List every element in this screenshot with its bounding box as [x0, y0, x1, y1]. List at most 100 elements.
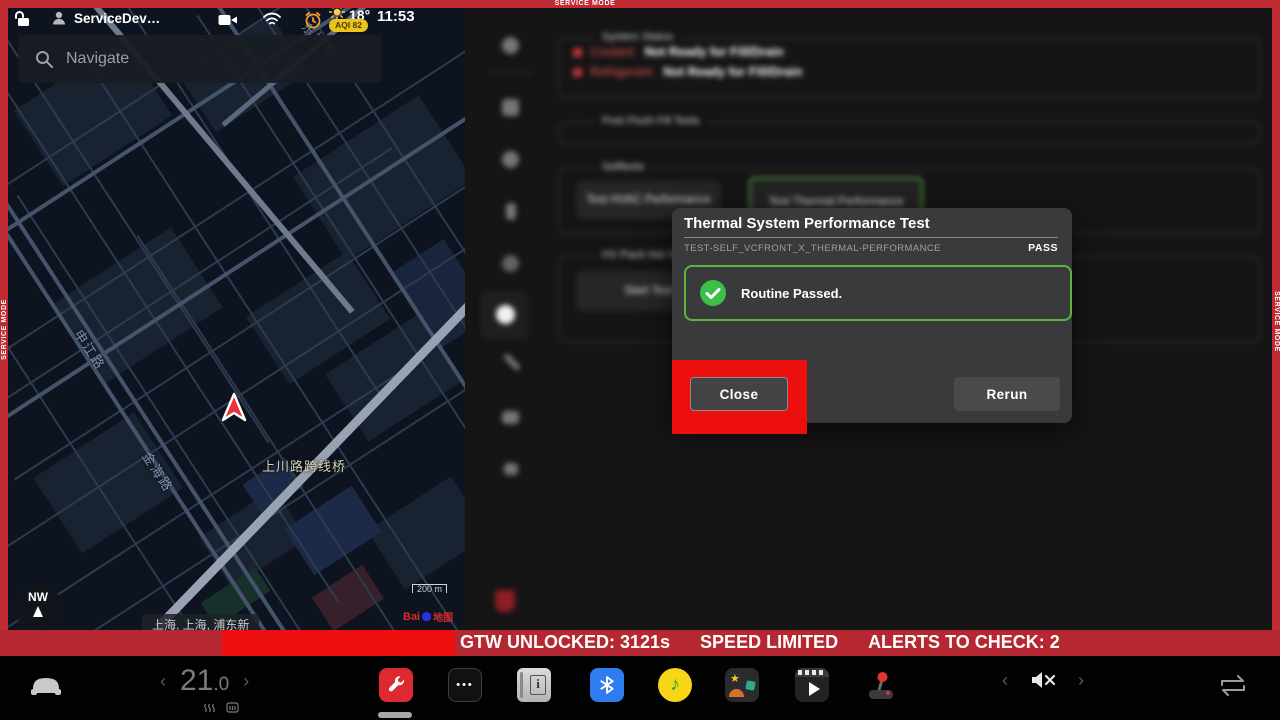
sidebar-item[interactable] [502, 411, 519, 424]
volume-control[interactable] [1002, 670, 1084, 690]
theater-app-button[interactable] [795, 668, 829, 702]
sidebar-item[interactable] [503, 353, 521, 371]
section-title: Post Flush Fill Tests [595, 115, 707, 127]
dialog-result-message: Routine Passed. [741, 286, 842, 301]
thermal-section-icon [496, 305, 515, 324]
alarm-icon [303, 10, 323, 35]
compass-heading: NW [14, 590, 62, 604]
map-canvas[interactable]: 东靖路 申江路 金海路 上川路跨线桥 [8, 8, 465, 630]
status-row-coolant: Coolant: Not Ready for Fill/Drain [573, 45, 1259, 59]
dialog-divider [684, 237, 1058, 238]
sidebar-item-active[interactable] [481, 291, 529, 339]
volume-down-chevron[interactable] [1002, 671, 1008, 689]
dialog-result-box: Routine Passed. [684, 265, 1072, 321]
map-water [284, 486, 381, 576]
profile-icon [50, 9, 68, 27]
wifi-icon [262, 11, 282, 32]
cabin-temp-value[interactable]: 21.0 [180, 664, 229, 698]
car-controls-button[interactable] [27, 673, 65, 704]
baidu-logo: Bai 地图 [403, 609, 453, 624]
sidebar-item[interactable] [506, 203, 516, 220]
section-title: Selftests [595, 161, 651, 173]
tesla-logo-red [495, 590, 515, 612]
baidu-logo-text-right: 地图 [433, 609, 453, 624]
status-row-refrigerant: Refrigerant: Not Ready for Fill/Drain [573, 65, 1259, 79]
dialog-title: Thermal System Performance Test [684, 215, 930, 232]
clapperboard-icon [795, 668, 829, 677]
sidebar-divider [488, 72, 532, 73]
sidebar-item[interactable] [502, 255, 519, 272]
baidu-paw-icon [422, 612, 431, 621]
profile-chip[interactable]: ServiceDev… [50, 9, 160, 27]
navigate-search-input[interactable]: Navigate [18, 35, 382, 83]
tesla-touchscreen: 东靖路 申江路 金海路 上川路跨线桥 Navigate ServiceDev… … [0, 0, 1280, 720]
temp-decrease-chevron[interactable] [160, 672, 166, 690]
status-error-icon [573, 48, 582, 57]
compass-needle-icon [33, 606, 43, 617]
section-title: System Status [595, 31, 680, 43]
speed-limited-status: SPEED LIMITED [700, 632, 838, 652]
manual-binding-icon [520, 672, 523, 698]
check-circle-icon [700, 280, 726, 306]
arcade-app-button[interactable] [864, 668, 898, 702]
all-apps-button[interactable] [448, 668, 482, 702]
status-value: Not Ready for Fill/Drain [645, 45, 784, 59]
vehicle-location-cursor [219, 391, 249, 430]
gtw-unlocked-status: GTW UNLOCKED: 3121s [460, 632, 670, 652]
bluetooth-icon [598, 676, 616, 694]
active-app-indicator [378, 712, 412, 718]
wrench-icon [385, 674, 407, 696]
section-system-status: System Status Coolant: Not Ready for Fil… [558, 38, 1260, 98]
cabin-temp-control[interactable]: 21.0 [160, 664, 249, 698]
play-icon [809, 682, 820, 696]
search-icon [34, 49, 54, 69]
toybox-app-button[interactable] [725, 668, 759, 702]
music-app-button[interactable] [658, 668, 692, 702]
audio-source-swap-button[interactable] [1218, 673, 1248, 704]
baidu-logo-text-left: Bai [403, 611, 420, 623]
sidebar-item[interactable] [502, 37, 519, 54]
road-label-overpass: 上川路跨线桥 [262, 456, 346, 475]
map-scale: 200 m [412, 584, 447, 593]
dialog-status-badge: PASS [1028, 242, 1058, 254]
profile-name: ServiceDev… [74, 11, 160, 26]
bluetooth-app-button[interactable] [590, 668, 624, 702]
temp-increase-chevron[interactable] [243, 672, 249, 690]
service-mode-border-top [0, 0, 1280, 8]
service-mode-label-top: SERVICE MODE [530, 0, 640, 7]
close-button[interactable]: Close [690, 377, 788, 411]
dashcam-icon [218, 13, 238, 32]
dialog-test-id: TEST-SELF_VCFRONT_X_THERMAL-PERFORMANCE [684, 243, 941, 254]
status-value: Not Ready for Fill/Drain [663, 65, 802, 79]
map-block [367, 476, 465, 589]
status-name: Coolant: [590, 45, 637, 59]
aqi-badge: AQI 82 [329, 19, 368, 32]
toybox-dome-icon [729, 689, 744, 697]
joystick-icon [864, 668, 898, 702]
sidebar-item[interactable] [504, 463, 518, 475]
sidebar-item[interactable] [502, 99, 519, 116]
service-app-button[interactable] [379, 668, 413, 702]
rerun-button[interactable]: Rerun [954, 377, 1060, 411]
rear-defrost-icon [226, 702, 239, 713]
defrost-indicators [203, 702, 239, 713]
owners-manual-app-button[interactable]: i [517, 668, 551, 702]
front-defrost-icon [203, 702, 216, 713]
alert-bar-text: GTW UNLOCKED: 3121s SPEED LIMITED ALERTS T… [460, 632, 1090, 653]
compass-control[interactable]: NW [14, 584, 62, 630]
manual-i-icon: i [530, 675, 546, 695]
alerts-to-check-status: ALERTS TO CHECK: 2 [868, 632, 1060, 652]
volume-up-chevron[interactable] [1078, 671, 1084, 689]
unlocked-icon [13, 10, 31, 33]
swap-arrows-icon [1218, 673, 1248, 699]
dock: 21.0 i [0, 656, 1280, 720]
volume-muted-icon[interactable] [1030, 670, 1056, 690]
sidebar-item[interactable] [502, 151, 519, 168]
section-flush-tests: Post Flush Fill Tests [558, 122, 1260, 144]
car-icon [27, 673, 65, 699]
annotation-redaction-bar [222, 630, 455, 656]
toybox-cube-icon [745, 680, 756, 691]
toybox-star-icon [730, 669, 740, 687]
service-mode-label-left: SERVICE MODE [1, 299, 8, 360]
status-name: Refrigerant: [590, 65, 655, 79]
